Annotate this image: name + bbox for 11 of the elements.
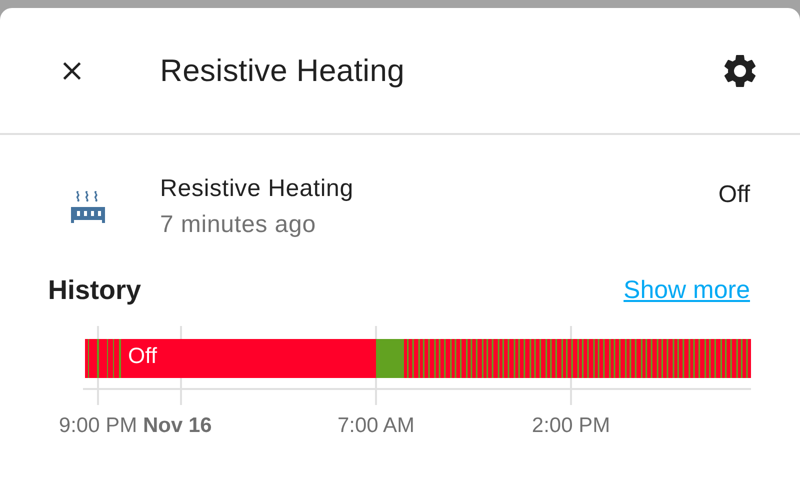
history-title: History bbox=[48, 275, 142, 306]
axis-label: 2:00 PM bbox=[532, 414, 610, 437]
last-changed: 7 minutes ago bbox=[160, 211, 317, 239]
axis-label: Nov 16 bbox=[143, 414, 212, 437]
axis-label: 9:00 PM bbox=[58, 414, 138, 437]
show-more-link[interactable]: Show more bbox=[624, 276, 750, 305]
axis-label: 7:00 AM bbox=[337, 414, 415, 437]
entity-state: Off bbox=[718, 181, 750, 209]
bar-label: Off bbox=[128, 343, 157, 368]
entity-name: Resistive Heating bbox=[160, 175, 355, 203]
dialog-title: Resistive Heating bbox=[160, 52, 406, 88]
